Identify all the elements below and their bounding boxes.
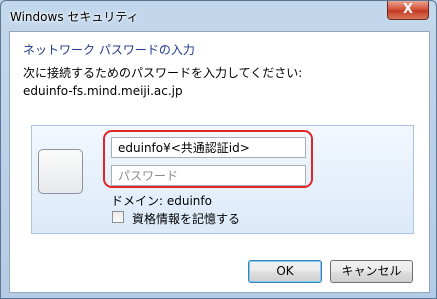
cancel-button[interactable]: キャンセル (330, 260, 413, 283)
domain-label: ドメイン: eduinfo (111, 194, 212, 208)
window-title: Windows セキュリティ (10, 10, 139, 24)
title-bar[interactable]: Windows セキュリティ X (1, 1, 436, 31)
remember-label[interactable]: 資格情報を記憶する (132, 210, 240, 227)
password-field[interactable] (111, 165, 306, 186)
credential-tile[interactable]: ドメイン: eduinfo 資格情報を記憶する (31, 125, 414, 234)
close-button[interactable]: X (387, 1, 429, 20)
close-icon: X (402, 2, 414, 17)
dialog-heading: ネットワーク パスワードの入力 (23, 43, 195, 57)
username-field[interactable] (111, 137, 306, 158)
security-dialog: Windows セキュリティ X ネットワーク パスワードの入力 次に接続するた… (0, 0, 437, 299)
user-tile-icon (38, 149, 83, 194)
dialog-content: ネットワーク パスワードの入力 次に接続するためのパスワードを入力してください:… (9, 31, 430, 293)
ok-button[interactable]: OK (248, 260, 322, 283)
instruction-text: 次に接続するためのパスワードを入力してください: (23, 66, 303, 80)
server-name: eduinfo-fs.mind.meiji.ac.jp (23, 84, 183, 98)
checkbox-icon[interactable] (112, 211, 124, 223)
